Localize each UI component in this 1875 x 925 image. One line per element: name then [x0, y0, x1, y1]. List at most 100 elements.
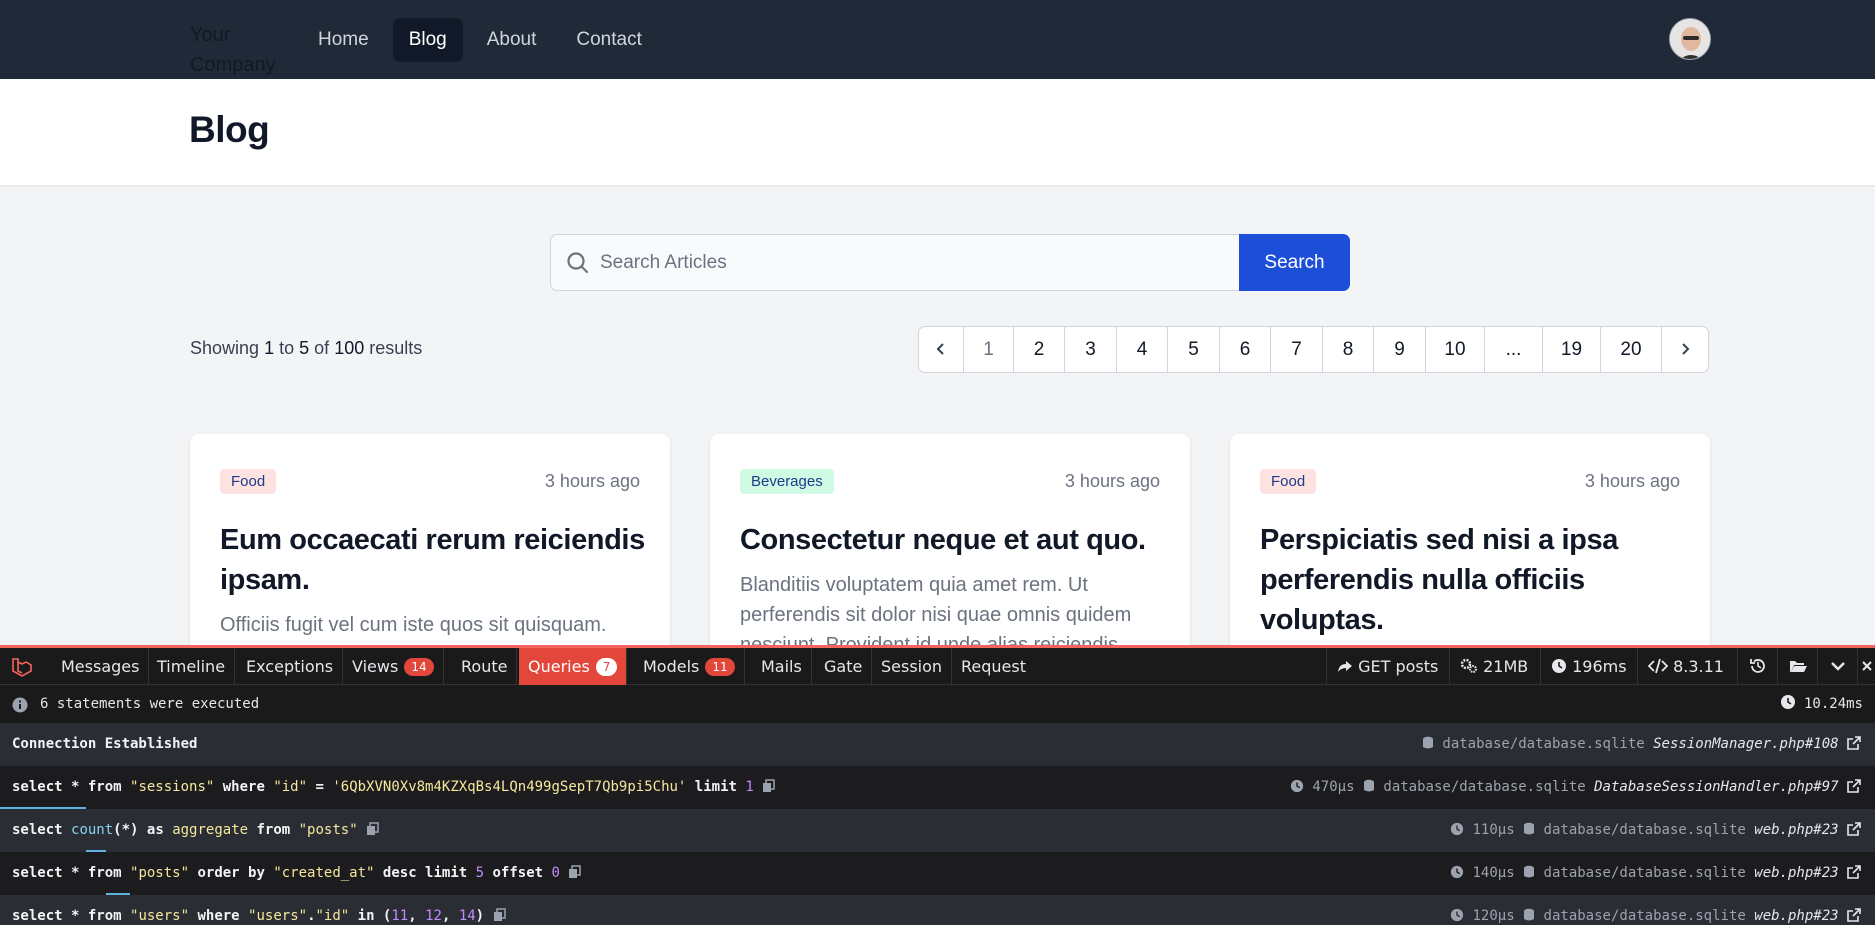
search-icon [567, 252, 589, 274]
total-query-time: 10.24ms [1780, 685, 1863, 723]
post-timestamp: 3 hours ago [1064, 471, 1160, 491]
clock-icon [1450, 908, 1464, 922]
nav-link-home[interactable]: Home [302, 18, 385, 62]
pagination-page-20[interactable]: 20 [1601, 327, 1662, 372]
code-icon [1648, 658, 1668, 674]
query-meta: 140μs database/database.sqlite web.php#2… [1450, 852, 1861, 895]
laravel-logo-icon[interactable] [10, 655, 34, 679]
share-arrow-icon [1338, 661, 1352, 672]
debugbar-tabs: Messages Timeline Exceptions Views 14 Rou… [0, 648, 1875, 685]
pagination-page-3[interactable]: 3 [1065, 327, 1117, 372]
pagination-page-9[interactable]: 9 [1374, 327, 1426, 372]
clock-icon [1290, 779, 1304, 793]
results-summary: Showing 1 to 5 of 100 results [190, 338, 423, 358]
brand-logo[interactable]: Your Company [190, 20, 300, 80]
search-input[interactable] [600, 235, 1220, 290]
debug-tab-timeline[interactable]: Timeline [148, 648, 236, 685]
clock-icon [1552, 659, 1566, 673]
category-badge[interactable]: Beverages [740, 469, 834, 494]
external-link-icon[interactable] [1847, 865, 1861, 879]
database-icon [1524, 822, 1535, 835]
pagination-page-5[interactable]: 5 [1168, 327, 1220, 372]
pagination-page-2[interactable]: 2 [1014, 327, 1065, 372]
statements-count: 6 statements were executed [40, 696, 260, 712]
pagination-page-7[interactable]: 7 [1271, 327, 1323, 372]
debug-close-button[interactable] [1857, 648, 1875, 685]
pagination-page-6[interactable]: 6 [1220, 327, 1271, 372]
queries-status-row: 6 statements were executed 10.24ms [0, 685, 1875, 723]
copy-icon[interactable] [366, 822, 379, 836]
debugbar: Messages Timeline Exceptions Views 14 Rou… [0, 645, 1875, 925]
debug-tab-gate[interactable]: Gate [815, 648, 873, 685]
debug-php-version-stat[interactable]: 8.3.11 [1637, 648, 1734, 685]
post-excerpt: Officiis fugit vel cum iste quos sit qui… [220, 614, 607, 636]
debug-minimize-button[interactable] [1817, 648, 1857, 685]
external-link-icon[interactable] [1847, 908, 1861, 922]
query-sql: select count(*) as aggregate from "posts… [12, 809, 379, 852]
cogs-icon [1460, 658, 1477, 673]
debug-tab-request[interactable]: Request [952, 648, 1035, 685]
debug-memory-stat[interactable]: 21MB [1449, 648, 1538, 685]
clock-icon [1450, 865, 1464, 879]
nav-links: Home Blog About Contact [302, 18, 658, 62]
top-navigation: Your Company Home Blog About Contact [0, 0, 1875, 79]
search-button[interactable]: Search [1239, 234, 1350, 291]
query-meta: 470μs database/database.sqlite DatabaseS… [1290, 766, 1861, 809]
debug-tab-session[interactable]: Session [872, 648, 953, 685]
query-row[interactable]: Connection Established database/database… [0, 723, 1875, 766]
query-sql: select * from "sessions" where "id" = '6… [12, 766, 775, 809]
database-icon [1363, 779, 1374, 792]
copy-icon[interactable] [493, 908, 506, 922]
user-avatar-icon [1670, 19, 1710, 59]
query-meta: database/database.sqlite SessionManager.… [1422, 723, 1861, 766]
chevron-right-icon [1682, 343, 1690, 355]
post-timestamp: 3 hours ago [1584, 471, 1680, 491]
post-title[interactable]: Consectetur neque et aut quo. [740, 520, 1165, 560]
post-title[interactable]: Eum occaecati rerum reiciendis ipsam. [220, 520, 645, 600]
query-sql: select * from "posts" order by "created_… [12, 852, 582, 895]
external-link-icon[interactable] [1847, 779, 1861, 793]
history-icon [1750, 659, 1765, 673]
nav-link-about[interactable]: About [471, 18, 553, 62]
pagination-page-19[interactable]: 19 [1543, 327, 1601, 372]
debug-time-stat[interactable]: 196ms [1540, 648, 1637, 685]
debug-tab-models[interactable]: Models 11 [634, 648, 745, 685]
debug-history-button[interactable] [1737, 648, 1777, 685]
info-icon [12, 697, 28, 713]
debug-tab-mails[interactable]: Mails [752, 648, 812, 685]
debug-tab-views[interactable]: Views 14 [343, 648, 444, 685]
query-row[interactable]: select * from "posts" order by "created_… [0, 852, 1875, 895]
nav-link-blog[interactable]: Blog [392, 18, 463, 62]
external-link-icon[interactable] [1847, 822, 1861, 836]
external-link-icon[interactable] [1847, 736, 1861, 750]
debug-open-button[interactable] [1777, 648, 1817, 685]
category-badge[interactable]: Food [1260, 469, 1317, 494]
pagination-page-8[interactable]: 8 [1323, 327, 1374, 372]
debug-tab-exceptions[interactable]: Exceptions [237, 648, 344, 685]
debug-route-stat[interactable]: GET posts [1326, 648, 1448, 685]
debug-tab-queries[interactable]: Queries 7 [519, 648, 628, 685]
pagination-page-1[interactable]: 1 [964, 327, 1014, 372]
copy-icon[interactable] [568, 865, 582, 879]
query-row[interactable]: select * from "users" where "users"."id"… [0, 895, 1875, 925]
chevron-left-icon [936, 343, 944, 355]
query-row[interactable]: select * from "sessions" where "id" = '6… [0, 766, 1875, 809]
category-badge[interactable]: Food [220, 469, 277, 494]
pagination-prev-button[interactable] [919, 327, 964, 372]
copy-icon[interactable] [762, 779, 775, 793]
pagination-page-4[interactable]: 4 [1117, 327, 1168, 372]
queries-count-badge: 7 [595, 658, 618, 676]
pagination-page-10[interactable]: 10 [1426, 327, 1485, 372]
pagination-ellipsis: ... [1485, 327, 1543, 372]
query-row[interactable]: select count(*) as aggregate from "posts… [0, 809, 1875, 852]
query-sql: select * from "users" where "users"."id"… [12, 895, 506, 925]
user-avatar[interactable] [1669, 18, 1711, 60]
post-title[interactable]: Perspiciatis sed nisi a ipsa perferendis… [1260, 520, 1685, 640]
chevron-down-icon [1831, 662, 1845, 671]
debug-tab-route[interactable]: Route [452, 648, 518, 685]
nav-link-contact[interactable]: Contact [560, 18, 657, 62]
post-timestamp: 3 hours ago [544, 471, 640, 491]
debug-tab-messages[interactable]: Messages [52, 648, 150, 685]
pagination-next-button[interactable] [1662, 327, 1708, 372]
views-count-badge: 14 [404, 658, 434, 676]
